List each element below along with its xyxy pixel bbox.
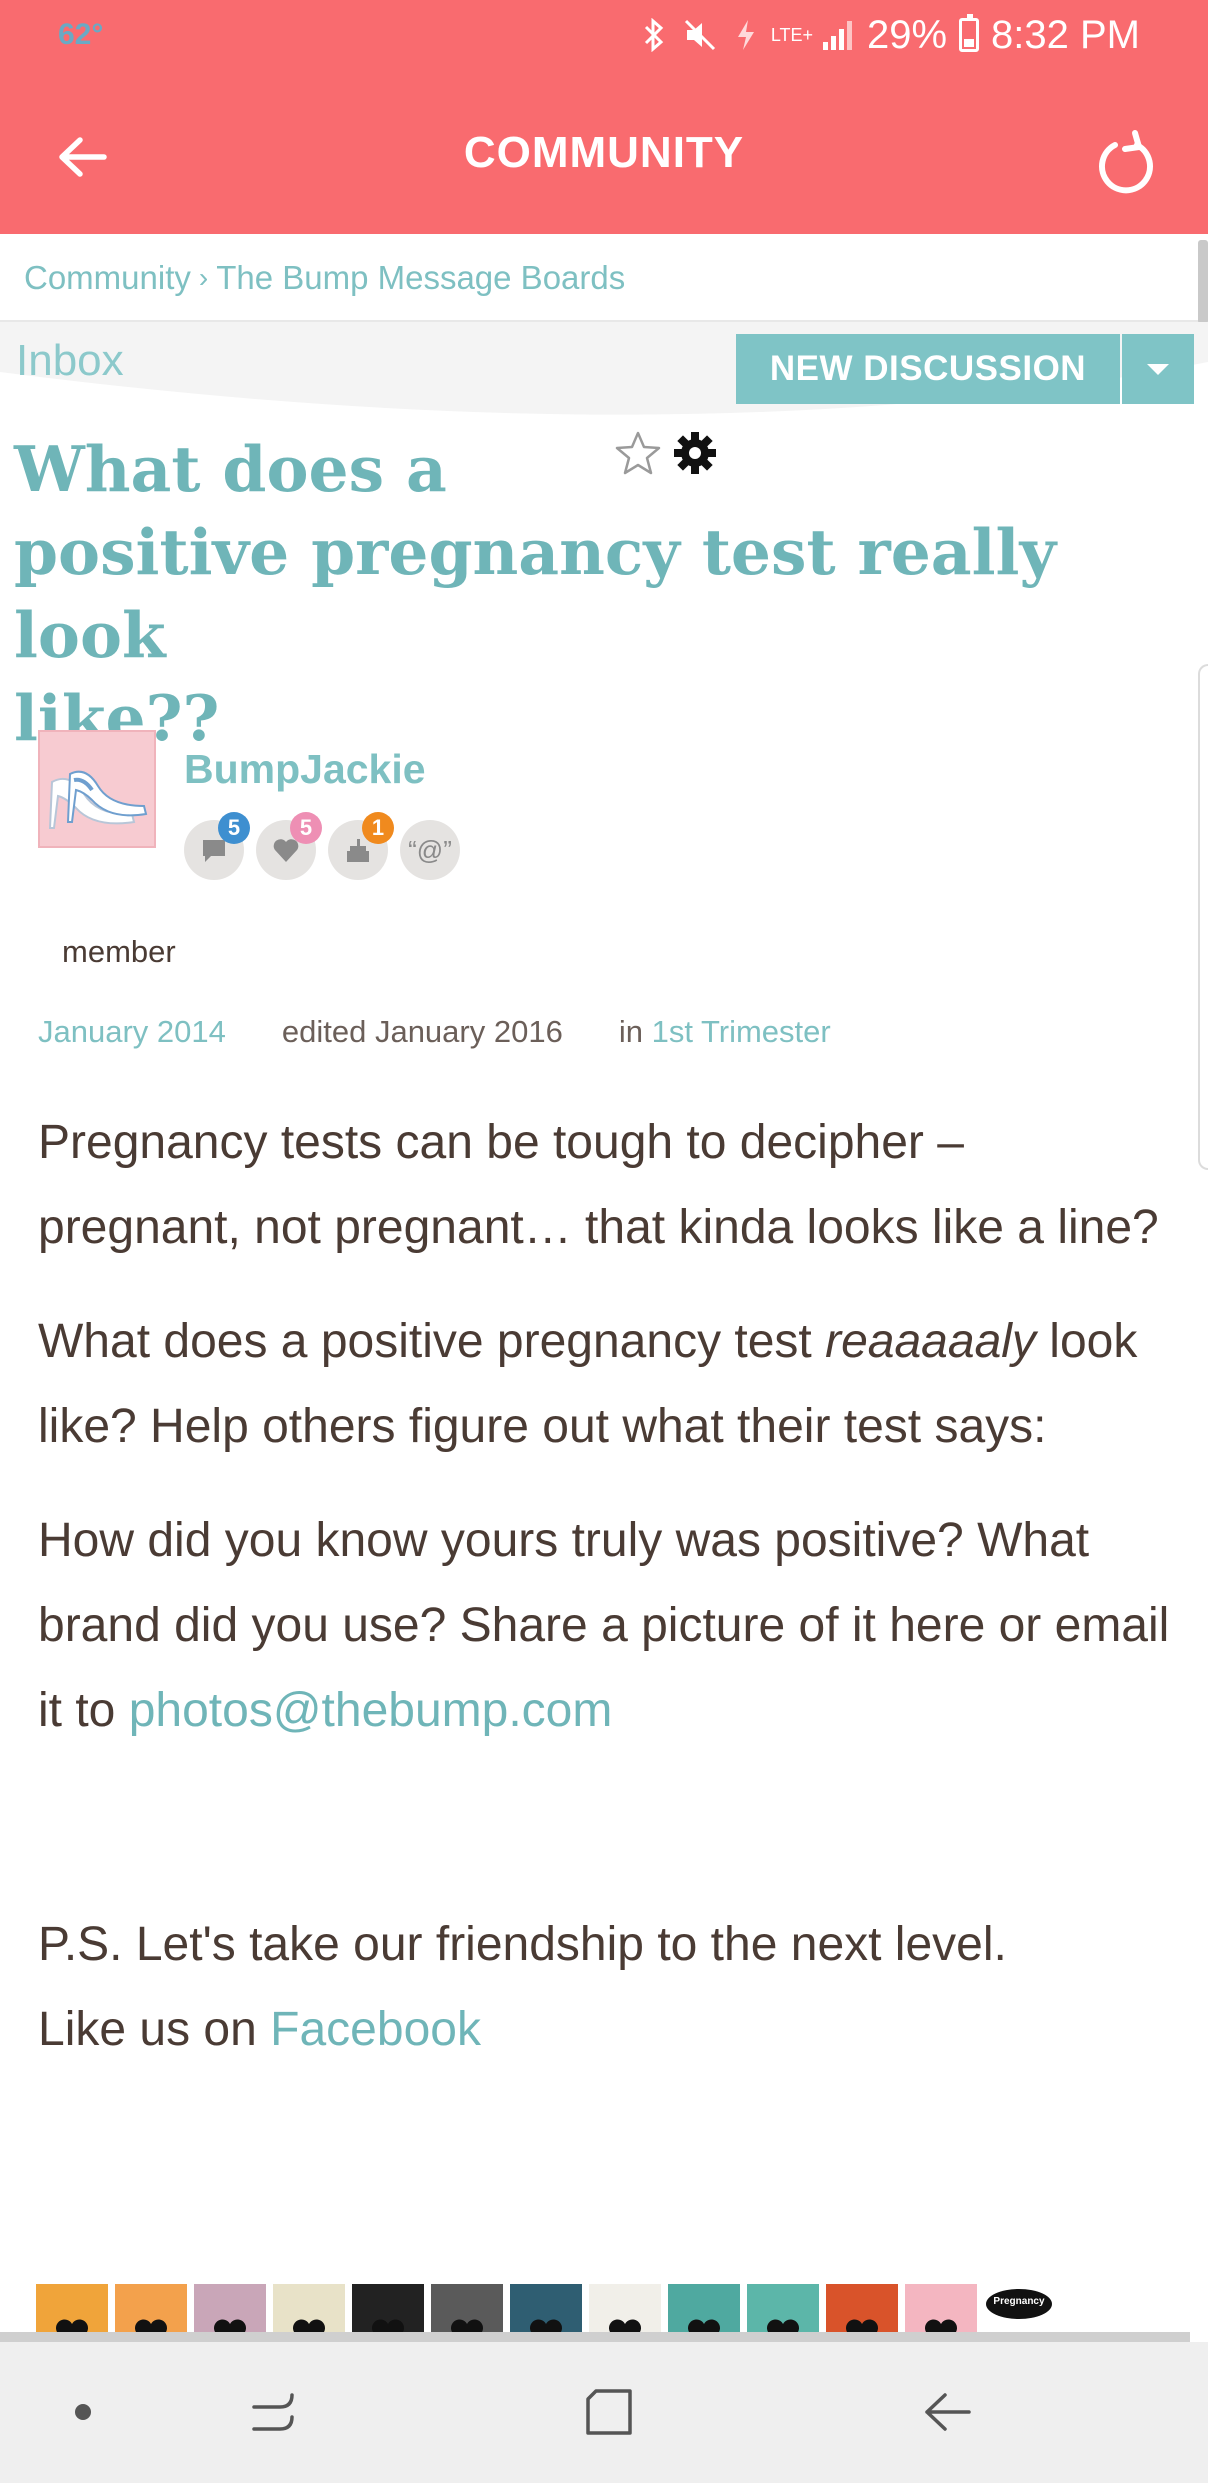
- system-nav-bar: [0, 2342, 1208, 2483]
- reaction-label: Pregnancy: [993, 2296, 1045, 2307]
- edited-date: edited January 2016: [281, 1014, 563, 1049]
- email-link[interactable]: photos@thebump.com: [129, 1684, 613, 1737]
- mention-badge[interactable]: “@”: [400, 820, 460, 880]
- category-link[interactable]: 1st Trimester: [652, 1014, 831, 1050]
- anniversary-badge-count: 1: [362, 812, 394, 844]
- battery-percent: 29%: [866, 12, 948, 57]
- author-name[interactable]: BumpJackie: [184, 746, 426, 793]
- signal-icon: [821, 18, 855, 52]
- app-bar: COMMUNITY: [0, 82, 1208, 222]
- chevron-down-icon: [1147, 363, 1169, 375]
- breadcrumb-community[interactable]: Community: [24, 259, 191, 297]
- app-header: 62° LTE+ 29% 8:32 PM COMMUNITY: [0, 0, 1208, 234]
- category-prefix: in: [618, 1014, 643, 1049]
- body-paragraph-2: What does a positive pregnancy test reaa…: [38, 1315, 1138, 1453]
- new-discussion-dropdown[interactable]: [1122, 334, 1194, 404]
- refresh-button[interactable]: [1084, 122, 1168, 202]
- dot-icon: [75, 2404, 91, 2420]
- thread-actions: [614, 430, 718, 476]
- author-badges: 5 5 1 “@”: [184, 812, 460, 880]
- facebook-link[interactable]: Facebook: [270, 2003, 481, 2056]
- comment-badge-count: 5: [218, 812, 250, 844]
- data-saver-icon: [729, 18, 763, 52]
- mute-icon: [683, 18, 717, 52]
- thread-title: What does a positive pregnancy test real…: [14, 428, 1184, 760]
- body-emphasis: reaaaaaly: [825, 1315, 1036, 1368]
- side-drawer-handle[interactable]: [1198, 664, 1208, 1170]
- breadcrumb: Community › The Bump Message Boards: [0, 236, 1198, 322]
- home-button[interactable]: [564, 2372, 654, 2452]
- gear-icon[interactable]: [672, 430, 718, 476]
- like-badge[interactable]: 5: [256, 812, 322, 880]
- recent-apps-icon: [252, 2393, 294, 2431]
- comment-badge[interactable]: 5: [184, 812, 250, 880]
- back-icon: [925, 2393, 971, 2431]
- like-badge-count: 5: [290, 812, 322, 844]
- nav-dot-button[interactable]: [38, 2372, 128, 2452]
- post-meta: January 2014 edited January 2016 in 1st …: [38, 1014, 831, 1050]
- body-ps-line: P.S. Let's take our friendship to the ne…: [38, 1918, 1007, 1971]
- system-back-button[interactable]: [902, 2372, 992, 2452]
- horizontal-scrollbar[interactable]: [0, 2332, 1190, 2342]
- status-bar: 62° LTE+ 29% 8:32 PM: [0, 0, 1208, 70]
- bluetooth-icon: [637, 18, 671, 52]
- inbox-link[interactable]: Inbox: [16, 336, 124, 386]
- status-icons: LTE+ 29% 8:32 PM: [637, 10, 1140, 60]
- home-icon: [586, 2389, 632, 2435]
- post-date[interactable]: January 2014: [38, 1014, 226, 1050]
- refresh-icon: [1099, 130, 1153, 194]
- breadcrumb-separator: ›: [198, 262, 209, 293]
- breadcrumb-message-boards[interactable]: The Bump Message Boards: [216, 259, 625, 297]
- body-paragraph-4: P.S. Let's take our friendship to the ne…: [38, 1918, 1007, 2056]
- mention-icon: “@”: [408, 834, 452, 865]
- post-body: Pregnancy tests can be tough to decipher…: [38, 1100, 1178, 2101]
- page-title: COMMUNITY: [463, 128, 745, 177]
- author-role: member: [62, 934, 176, 969]
- page-scrollbar[interactable]: [1198, 240, 1208, 324]
- recent-apps-button[interactable]: [228, 2372, 318, 2452]
- thread-title-line-1: What does a: [14, 432, 447, 506]
- clock: 8:32 PM: [991, 12, 1140, 57]
- thread-title-line-2: positive pregnancy test really look: [14, 515, 1057, 672]
- battery-icon: [959, 14, 980, 52]
- temperature-text: 62°: [58, 18, 104, 51]
- avatar[interactable]: [38, 730, 156, 848]
- network-type: LTE+: [770, 25, 814, 45]
- new-discussion-button[interactable]: NEW DISCUSSION: [736, 334, 1120, 404]
- body-paragraph-3: How did you know yours truly was positiv…: [38, 1514, 1170, 1737]
- body-paragraph-1: Pregnancy tests can be tough to decipher…: [38, 1116, 1159, 1254]
- high-heels-image: [40, 732, 154, 846]
- star-icon[interactable]: [614, 430, 662, 476]
- anniversary-badge[interactable]: 1: [328, 812, 394, 880]
